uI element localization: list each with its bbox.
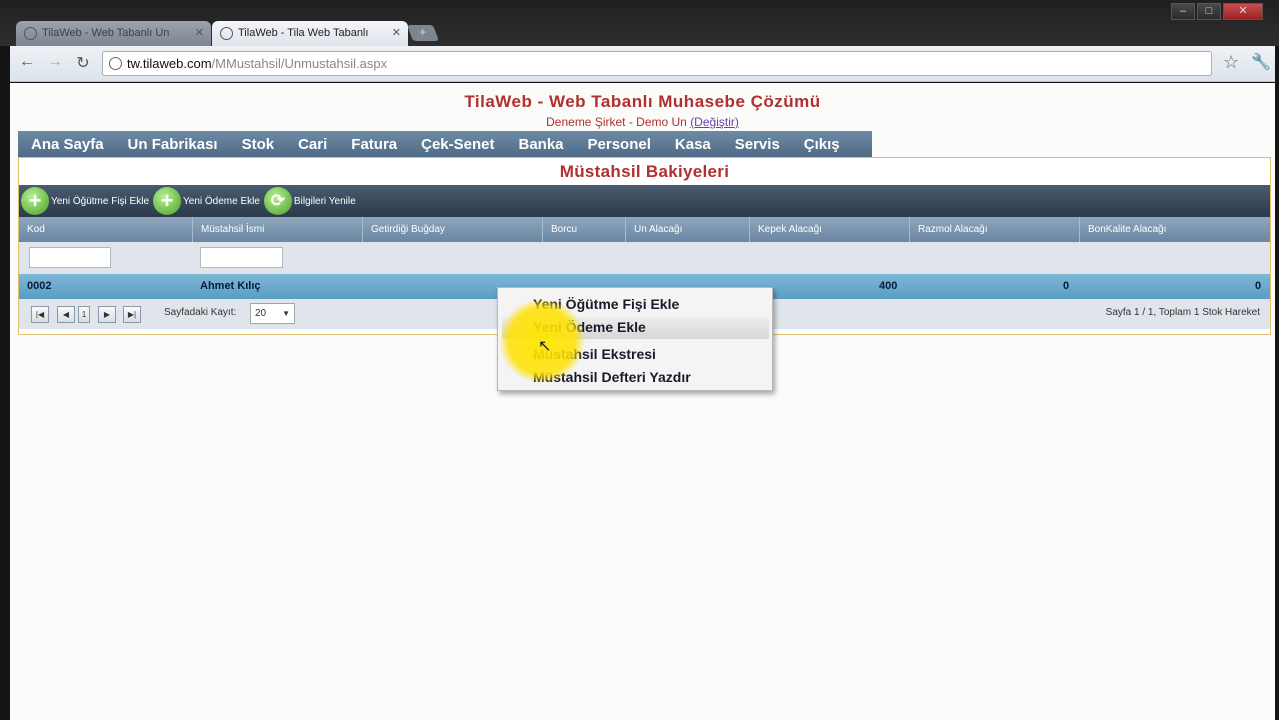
- add-icon: +: [21, 187, 49, 215]
- menu-item-servis[interactable]: Servis: [735, 136, 780, 153]
- globe-icon: [24, 27, 37, 40]
- column-header[interactable]: Borcu: [543, 217, 626, 242]
- kod-filter-input[interactable]: [29, 247, 111, 268]
- name-filter-input[interactable]: [200, 247, 283, 268]
- close-window-button[interactable]: ✕: [1223, 3, 1263, 20]
- new-tab-button[interactable]: +: [407, 25, 439, 41]
- url-host: tw.tilaweb.com: [127, 56, 212, 71]
- per-page-select[interactable]: 20 ▼: [250, 303, 295, 324]
- tab-title: TilaWeb - Web Tabanlı Un: [42, 27, 170, 39]
- cell-kepek: 400: [879, 280, 898, 292]
- cell-kod: 0002: [27, 280, 52, 292]
- maximize-button[interactable]: □: [1197, 3, 1221, 20]
- action-label: Bilgileri Yenile: [293, 195, 356, 207]
- action-bar: + Yeni Öğütme Fişi Ekle + Yeni Ödeme Ekl…: [19, 185, 1270, 217]
- tab-title: TilaWeb - Tila Web Tabanlı: [238, 27, 369, 39]
- column-header[interactable]: Müstahsil İsmi: [193, 217, 363, 242]
- menu-item-kasa[interactable]: Kasa: [675, 136, 711, 153]
- column-header[interactable]: Kepek Alacağı: [750, 217, 910, 242]
- tab-bar: TilaWeb - Web Tabanlı Un ✕ TilaWeb - Til…: [0, 0, 1279, 46]
- pager-info: Sayfa 1 / 1, Toplam 1 Stok Hareket: [1105, 307, 1260, 318]
- panel-title: Müstahsil Bakiyeleri: [559, 162, 730, 181]
- browser-tab-2[interactable]: TilaWeb - Tila Web Tabanlı ✕: [212, 21, 408, 46]
- action-label: Yeni Ödeme Ekle: [183, 195, 260, 207]
- page-number[interactable]: 1: [78, 306, 90, 323]
- menu-item-personel[interactable]: Personel: [588, 136, 651, 153]
- menu-item-cikis[interactable]: Çıkış: [804, 136, 840, 153]
- first-page-button[interactable]: |◀: [31, 306, 49, 323]
- wrench-icon[interactable]: 🔧: [1251, 52, 1271, 72]
- change-company-link[interactable]: (Değiştir): [690, 115, 739, 129]
- prev-page-button[interactable]: ◀: [57, 306, 75, 323]
- plus-icon: +: [419, 25, 427, 39]
- per-page-value: 20: [255, 308, 267, 319]
- column-header[interactable]: Un Alacağı: [626, 217, 750, 242]
- close-tab-icon[interactable]: ✕: [392, 21, 401, 46]
- cell-isim: Ahmet Kılıç: [200, 280, 261, 292]
- browser-tab-1[interactable]: TilaWeb - Web Tabanlı Un ✕: [16, 21, 211, 46]
- menu-item-ana-sayfa[interactable]: Ana Sayfa: [31, 136, 104, 153]
- menu-item-cek-senet[interactable]: Çek-Senet: [421, 136, 494, 153]
- app-title: TilaWeb - Web Tabanlı Muhasebe Çözümü: [464, 92, 821, 111]
- column-header[interactable]: Getirdiği Buğday: [363, 217, 543, 242]
- mouse-pointer-icon: ↖: [538, 338, 552, 355]
- bookmark-star-icon[interactable]: ☆: [1223, 52, 1239, 73]
- cell-razmol: 0: [1063, 280, 1070, 292]
- add-icon: +: [153, 187, 182, 215]
- refresh-button[interactable]: ⟳ Bilgileri Yenile: [263, 187, 356, 215]
- minimize-button[interactable]: –: [1171, 3, 1195, 20]
- cell-bonkalite: 0: [1255, 280, 1262, 292]
- dropdown-arrow-icon: ▼: [282, 309, 290, 318]
- back-icon[interactable]: ←: [16, 53, 38, 71]
- browser-window: TilaWeb - Web Tabanlı Un ✕ TilaWeb - Til…: [0, 0, 1279, 720]
- filter-row: [19, 242, 1270, 274]
- close-tab-icon[interactable]: ✕: [195, 21, 204, 46]
- browser-toolbar: ← → ↻ tw.tilaweb.com/MMustahsil/Unmustah…: [10, 46, 1275, 82]
- menu-item-fatura[interactable]: Fatura: [351, 136, 397, 153]
- forward-icon[interactable]: →: [44, 53, 66, 71]
- address-bar[interactable]: tw.tilaweb.com/MMustahsil/Unmustahsil.as…: [102, 51, 1212, 76]
- menu-item-stok[interactable]: Stok: [242, 136, 275, 153]
- company-label: Deneme Şirket - Demo Un: [546, 115, 687, 129]
- window-controls: – □ ✕: [1171, 3, 1263, 20]
- column-header[interactable]: Kod: [19, 217, 193, 242]
- new-payment-button[interactable]: + Yeni Ödeme Ekle: [153, 187, 260, 215]
- page-icon: [109, 57, 122, 70]
- app-subtitle: Deneme Şirket - Demo Un (Değiştir): [10, 115, 1275, 129]
- web-page: TilaWeb - Web Tabanlı Muhasebe Çözümü De…: [10, 83, 1275, 720]
- main-menu: Ana Sayfa Un Fabrikası Stok Cari Fatura …: [18, 131, 872, 157]
- refresh-icon: ⟳: [263, 187, 292, 215]
- column-header[interactable]: BonKalite Alacağı: [1080, 217, 1270, 242]
- globe-icon: [220, 27, 233, 40]
- per-page-label: Sayfadaki Kayıt:: [164, 307, 237, 318]
- menu-item-cari[interactable]: Cari: [298, 136, 327, 153]
- reload-icon[interactable]: ↻: [72, 53, 94, 73]
- menu-item-un-fabrikasi[interactable]: Un Fabrikası: [128, 136, 218, 153]
- next-page-button[interactable]: ▶: [98, 306, 116, 323]
- menu-item-banka[interactable]: Banka: [518, 136, 563, 153]
- grid-header: Kod Müstahsil İsmi Getirdiği Buğday Borc…: [19, 217, 1270, 242]
- action-label: Yeni Öğütme Fişi Ekle: [51, 195, 150, 207]
- new-grinding-slip-button[interactable]: + Yeni Öğütme Fişi Ekle: [21, 187, 149, 215]
- column-header[interactable]: Razmol Alacağı: [910, 217, 1080, 242]
- url-path: /MMustahsil/Unmustahsil.aspx: [211, 56, 388, 71]
- last-page-button[interactable]: ▶|: [123, 306, 141, 323]
